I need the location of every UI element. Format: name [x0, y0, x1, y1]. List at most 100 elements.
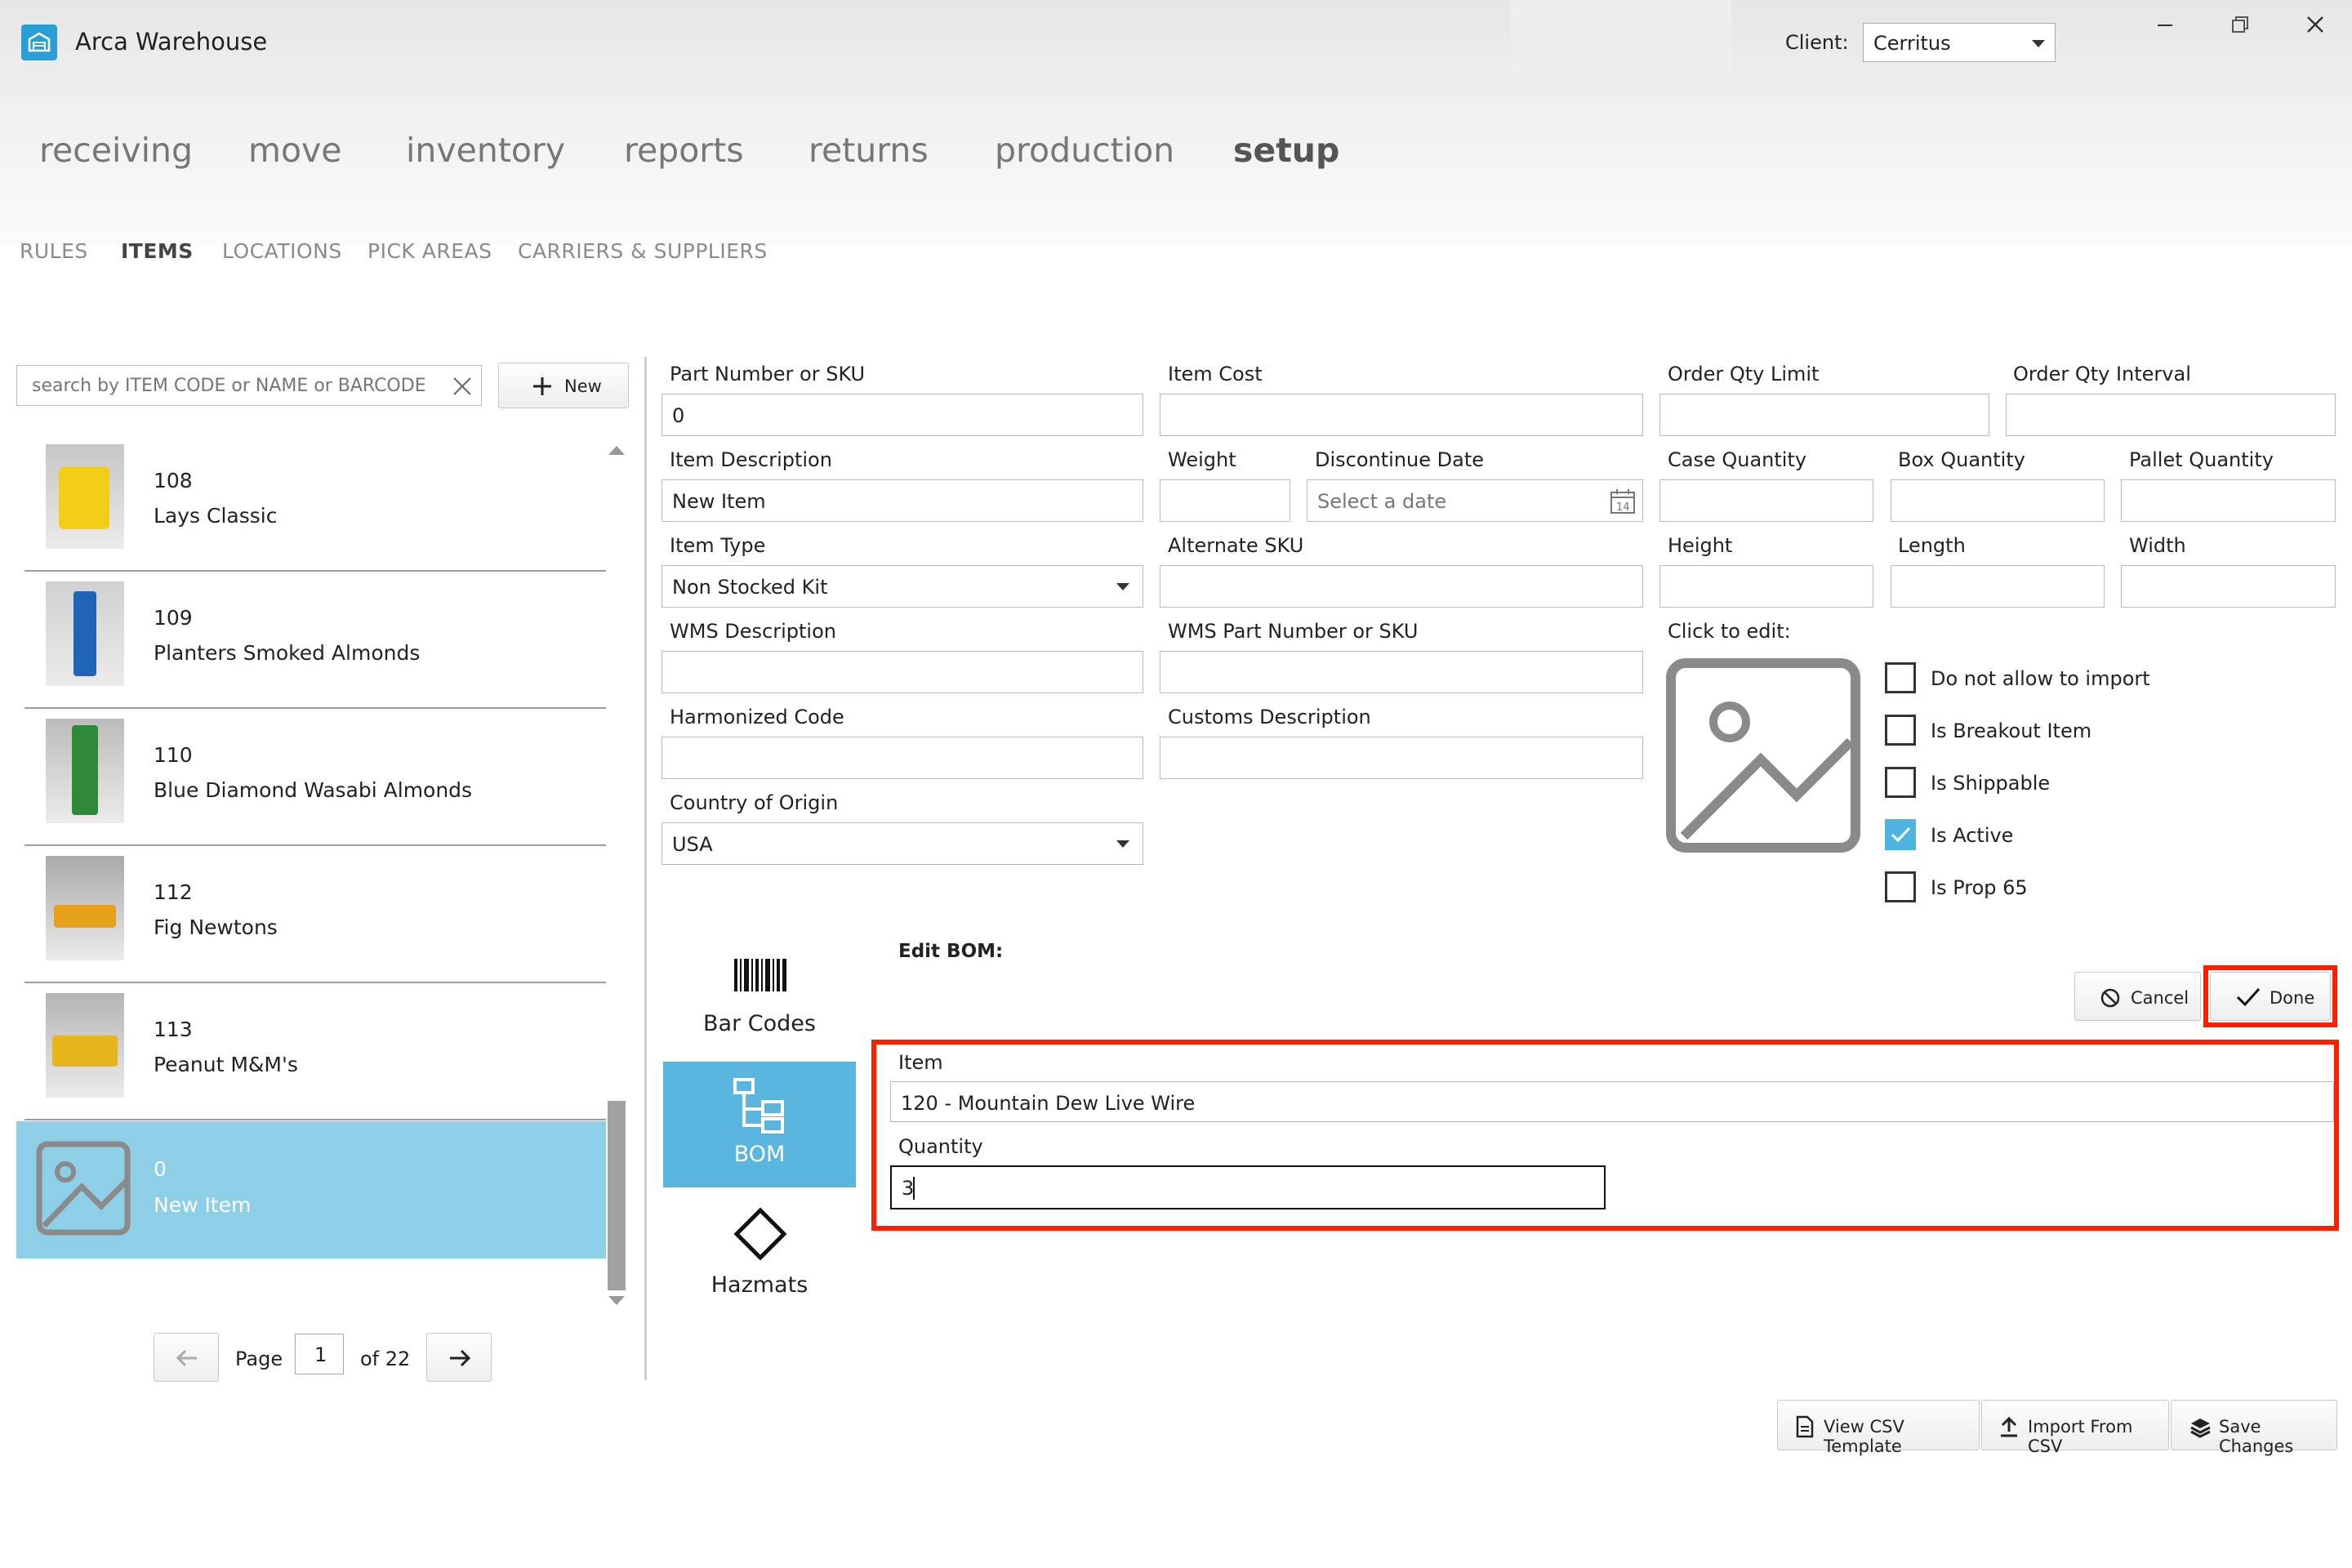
box-quantity-label: Box Quantity: [1898, 448, 2025, 471]
country-of-origin-select[interactable]: USA: [662, 822, 1143, 865]
order-qty-limit-label: Order Qty Limit: [1668, 363, 1820, 385]
order-qty-limit-field[interactable]: [1659, 394, 1989, 436]
item-code: 0: [154, 1157, 167, 1181]
nav-reports[interactable]: reports: [624, 131, 744, 170]
search-input[interactable]: [30, 375, 442, 397]
restore-icon: [2232, 16, 2248, 33]
nav-move[interactable]: move: [248, 131, 342, 170]
part-number-field[interactable]: 0: [662, 394, 1143, 436]
customs-description-field[interactable]: [1160, 737, 1643, 779]
nav-setup[interactable]: setup: [1233, 131, 1339, 170]
plus-icon: [533, 377, 551, 395]
box-quantity-field[interactable]: [1891, 479, 2105, 522]
order-qty-interval-field[interactable]: [2006, 394, 2336, 436]
subnav-items[interactable]: ITEMS: [121, 239, 194, 263]
document-icon: [1796, 1415, 1814, 1438]
item-image-placeholder-icon[interactable]: [1666, 658, 1860, 853]
width-field[interactable]: [2121, 565, 2336, 608]
wms-description-field[interactable]: [662, 651, 1143, 693]
tab-hazmats[interactable]: Hazmats: [663, 1187, 856, 1313]
clear-search-icon[interactable]: [452, 376, 473, 397]
length-label: Length: [1898, 534, 1966, 557]
prev-page-button[interactable]: [154, 1333, 219, 1382]
bom-item-field[interactable]: 120 - Mountain Dew Live Wire: [890, 1081, 2334, 1122]
arrow-left-icon: [176, 1349, 197, 1367]
scroll-up-arrow-icon[interactable]: [608, 444, 626, 456]
minimize-button[interactable]: [2140, 11, 2189, 39]
shippable-checkbox[interactable]: [1885, 767, 1916, 798]
restore-button[interactable]: [2215, 11, 2264, 39]
breakout-item-checkbox[interactable]: [1885, 715, 1916, 746]
order-qty-interval-label: Order Qty Interval: [2013, 363, 2191, 385]
calendar-icon[interactable]: 14: [1610, 488, 1636, 514]
bom-quantity-label: Quantity: [898, 1135, 983, 1158]
subnav-rules[interactable]: RULES: [20, 239, 88, 263]
item-name: Peanut M&M's: [154, 1053, 298, 1076]
wms-description-label: WMS Description: [670, 620, 836, 643]
save-changes-button[interactable]: Save Changes: [2171, 1400, 2337, 1456]
text-cursor: [913, 1177, 915, 1200]
subnav-pick-areas[interactable]: PICK AREAS: [368, 239, 492, 263]
bom-quantity-field[interactable]: 3: [890, 1165, 1606, 1209]
list-item[interactable]: 112 Fig Newtons: [24, 848, 606, 983]
do-not-import-checkbox[interactable]: [1885, 662, 1916, 693]
app-title: Arca Warehouse: [75, 28, 268, 56]
checkmark-icon: [2236, 987, 2261, 1007]
nav-receiving[interactable]: receiving: [39, 131, 193, 170]
active-label: Is Active: [1931, 824, 2014, 847]
client-select[interactable]: Cerritus: [1863, 23, 2056, 62]
item-name: New Item: [154, 1193, 252, 1217]
import-from-csv-button[interactable]: Import From CSV: [1981, 1400, 2169, 1456]
scroll-down-arrow-icon[interactable]: [608, 1295, 626, 1307]
list-item-selected[interactable]: 0 New Item: [16, 1121, 606, 1258]
view-csv-template-button[interactable]: View CSV Template: [1777, 1400, 1980, 1456]
tab-bom[interactable]: BOM: [663, 1062, 856, 1187]
close-window-button[interactable]: [2290, 11, 2339, 39]
item-thumbnail: [46, 856, 124, 960]
prop-65-checkbox[interactable]: [1885, 871, 1916, 902]
item-thumbnail: [46, 719, 124, 823]
item-code: 108: [154, 469, 193, 492]
alternate-sku-field[interactable]: [1160, 565, 1643, 608]
subnav-carriers-suppliers[interactable]: CARRIERS & SUPPLIERS: [518, 239, 768, 263]
item-cost-label: Item Cost: [1168, 363, 1263, 385]
minimize-icon: [2158, 24, 2172, 26]
harmonized-code-field[interactable]: [662, 737, 1143, 779]
list-item[interactable]: 113 Peanut M&M's: [24, 985, 606, 1120]
done-button[interactable]: Done: [2210, 972, 2331, 1021]
weight-label: Weight: [1168, 448, 1236, 471]
new-item-button[interactable]: New: [498, 363, 629, 408]
tab-hazmats-label: Hazmats: [710, 1272, 808, 1298]
discontinue-date-label: Discontinue Date: [1315, 448, 1484, 471]
cancel-button[interactable]: Cancel: [2074, 972, 2201, 1021]
item-description-field[interactable]: New Item: [662, 479, 1143, 522]
cancel-icon: [2100, 988, 2120, 1008]
tab-bar-codes[interactable]: Bar Codes: [663, 936, 856, 1062]
item-type-select[interactable]: Non Stocked Kit: [662, 565, 1143, 608]
page-label: Page: [235, 1348, 283, 1370]
height-field[interactable]: [1659, 565, 1873, 608]
search-box[interactable]: [16, 365, 482, 406]
weight-field[interactable]: [1160, 479, 1290, 522]
discontinue-date-picker[interactable]: Select a date 14: [1307, 479, 1643, 522]
active-checkbox[interactable]: [1885, 819, 1916, 850]
nav-production[interactable]: production: [995, 131, 1174, 170]
item-cost-field[interactable]: [1160, 394, 1643, 436]
list-item[interactable]: 109 Planters Smoked Almonds: [24, 573, 606, 709]
wms-part-number-field[interactable]: [1160, 651, 1643, 693]
next-page-button[interactable]: [426, 1333, 492, 1382]
page-number-input[interactable]: 1: [295, 1334, 344, 1374]
nav-returns[interactable]: returns: [808, 131, 929, 170]
length-field[interactable]: [1891, 565, 2105, 608]
case-quantity-field[interactable]: [1659, 479, 1873, 522]
chevron-down-icon: [2032, 40, 2045, 47]
pallet-quantity-field[interactable]: [2121, 479, 2336, 522]
subnav-locations[interactable]: LOCATIONS: [222, 239, 342, 263]
part-number-label: Part Number or SKU: [670, 363, 866, 385]
alternate-sku-label: Alternate SKU: [1168, 534, 1304, 557]
nav-inventory[interactable]: inventory: [406, 131, 565, 170]
list-item[interactable]: 110 Blue Diamond Wasabi Almonds: [24, 710, 606, 846]
client-select-value: Cerritus: [1873, 32, 1951, 55]
list-item[interactable]: 108 Lays Classic: [24, 436, 606, 572]
list-scrollbar-thumb[interactable]: [608, 1101, 626, 1290]
